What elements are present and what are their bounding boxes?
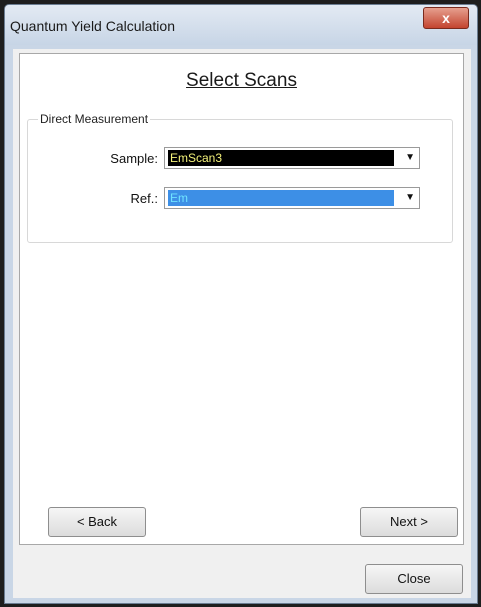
sample-select-value: EmScan3 (168, 150, 394, 166)
wizard-panel: Select Scans Direct Measurement Sample: … (19, 53, 464, 545)
ref-select[interactable]: Em ▼ (164, 187, 420, 209)
chevron-down-icon[interactable]: ▼ (405, 192, 415, 203)
sample-label: Sample: (110, 151, 158, 166)
chevron-down-icon[interactable]: ▼ (405, 152, 415, 163)
close-button[interactable]: Close (365, 564, 463, 594)
dialog-client-area: Select Scans Direct Measurement Sample: … (13, 49, 471, 598)
next-button[interactable]: Next > (360, 507, 458, 537)
window-close-button[interactable]: x (423, 7, 469, 29)
back-button[interactable]: < Back (48, 507, 146, 537)
title-bar[interactable]: Quantum Yield Calculation x (5, 5, 477, 45)
close-icon: x (442, 10, 450, 26)
ref-select-value: Em (168, 190, 394, 206)
ref-label: Ref.: (130, 191, 158, 206)
sample-select[interactable]: EmScan3 ▼ (164, 147, 420, 169)
direct-measurement-group: Direct Measurement Sample: EmScan3 ▼ Ref… (27, 112, 453, 243)
sample-select-text: EmScan3 (170, 151, 223, 165)
ref-select-text: Em (170, 191, 188, 205)
group-label: Direct Measurement (38, 112, 151, 126)
dialog-window: Quantum Yield Calculation x Select Scans… (4, 4, 478, 604)
page-title: Select Scans (186, 70, 297, 91)
window-title: Quantum Yield Calculation (10, 18, 175, 34)
